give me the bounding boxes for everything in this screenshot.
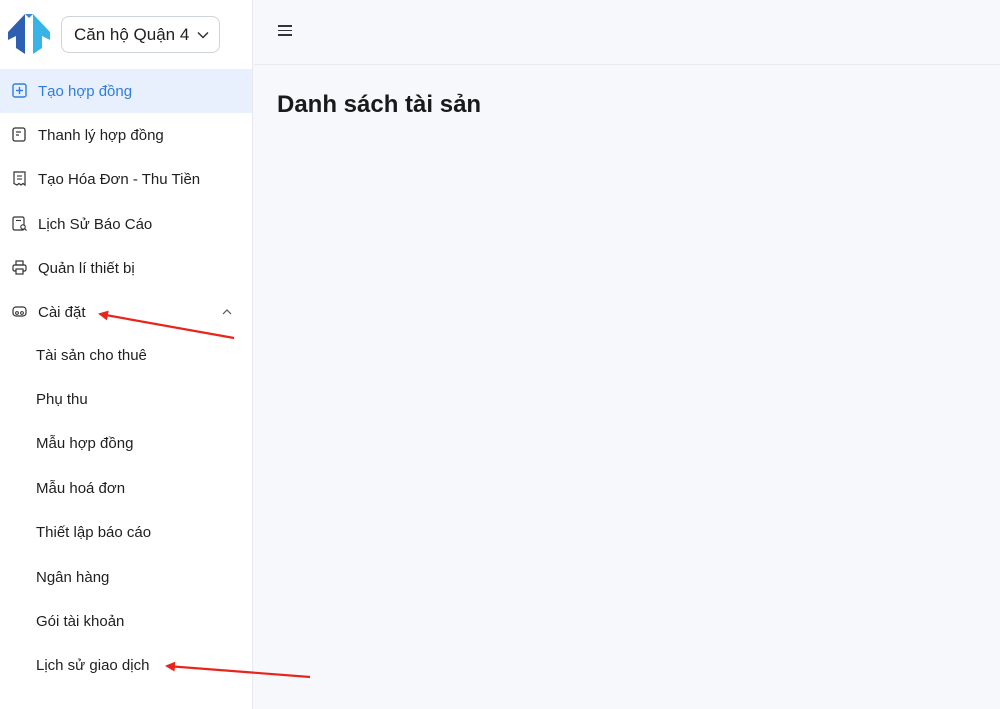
report-search-icon (12, 216, 27, 231)
settings-subitem-account-plan[interactable]: Gói tài khoản (0, 601, 252, 645)
sidebar-item-label: Thanh lý hợp đồng (38, 126, 164, 144)
invoice-icon (13, 171, 26, 187)
contract-icon (12, 127, 26, 142)
hamburger-icon[interactable] (278, 25, 292, 37)
settings-subitem-report-setup[interactable]: Thiết lập báo cáo (0, 512, 252, 556)
subitem-label: Mẫu hoá đơn (36, 480, 126, 497)
settings-icon (12, 306, 27, 317)
sidebar-item-settings[interactable]: Cài đặt (0, 290, 252, 334)
sidebar-item-contract-liquidation[interactable]: Thanh lý hợp đồng (0, 113, 252, 157)
property-select-value: Căn hộ Quận 4 (74, 24, 190, 44)
sidebar: Căn hộ Quận 4 Tạo hợp đồng Thanh lý hợp … (0, 0, 253, 709)
sidebar-item-label: Quản lí thiết bị (38, 259, 135, 277)
subitem-label: Lịch sử giao dịch (36, 657, 150, 674)
sidebar-item-create-contract[interactable]: Tạo hợp đồng (0, 69, 252, 113)
subitem-label: Ngân hàng (36, 569, 110, 586)
subitem-label: Tài sản cho thuê (36, 347, 147, 364)
sidebar-item-label: Cài đặt (38, 303, 86, 321)
subitem-label: Mẫu hợp đồng (36, 435, 134, 452)
topbar (254, 0, 1000, 65)
property-select[interactable]: Căn hộ Quận 4 (61, 16, 220, 53)
sidebar-item-report-history[interactable]: Lịch Sử Báo Cáo (0, 202, 252, 246)
sidebar-item-label: Lịch Sử Báo Cáo (38, 215, 153, 233)
sidebar-item-create-invoice[interactable]: Tạo Hóa Đơn - Thu Tiền (0, 157, 252, 201)
settings-subitem-transaction-history[interactable]: Lịch sử giao dịch (0, 645, 252, 689)
subitem-label: Thiết lập báo cáo (36, 524, 152, 541)
sidebar-item-label: Tạo hợp đồng (38, 82, 133, 100)
contract-add-icon (12, 83, 27, 98)
printer-icon (12, 260, 27, 275)
settings-subitem-rental-assets[interactable]: Tài sản cho thuê (0, 335, 252, 379)
app-logo (8, 14, 50, 54)
page-title: Danh sách tài sản (277, 91, 482, 118)
brand-area: Căn hộ Quận 4 (0, 0, 252, 69)
chevron-up-icon[interactable] (221, 306, 233, 318)
settings-subitem-surcharges[interactable]: Phụ thu (0, 379, 252, 423)
settings-subitem-contract-templates[interactable]: Mẫu hợp đồng (0, 423, 252, 467)
settings-subitem-banks[interactable]: Ngân hàng (0, 557, 252, 601)
subitem-label: Gói tài khoản (36, 613, 125, 630)
sidebar-item-device-management[interactable]: Quản lí thiết bị (0, 246, 252, 290)
chevron-down-icon (197, 31, 209, 39)
settings-subitem-invoice-templates[interactable]: Mẫu hoá đơn (0, 468, 252, 512)
subitem-label: Phụ thu (36, 391, 88, 408)
sidebar-item-label: Tạo Hóa Đơn - Thu Tiền (38, 170, 201, 188)
